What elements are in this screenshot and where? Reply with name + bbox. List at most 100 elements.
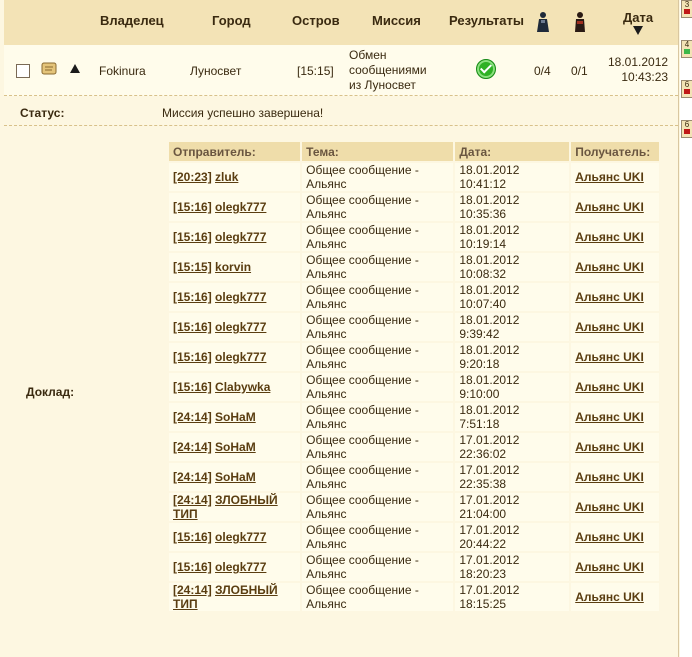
recipient-link[interactable]: Альянс UKI: [575, 290, 644, 304]
agents-count: 0/1: [571, 64, 588, 78]
sender-link[interactable]: Clabywka: [215, 380, 270, 394]
recipient-link[interactable]: Альянс UKI: [575, 170, 644, 184]
side-tab[interactable]: 6: [681, 80, 692, 98]
topic-cell: Общее сообщение - Альянс: [302, 283, 454, 311]
date-cell: 17.01.2012 22:36:02: [455, 433, 570, 461]
recipient-link[interactable]: Альянс UKI: [575, 350, 644, 364]
topic-cell: Общее сообщение - Альянс: [302, 463, 454, 491]
sender-cell: [24:14] SoHaM: [169, 433, 301, 461]
date-cell: 18.01.2012 9:39:42: [455, 313, 570, 341]
topic-cell: Общее сообщение - Альянс: [302, 523, 454, 551]
date-cell: 18.01.2012 10:41:12: [455, 163, 570, 191]
sort-desc-icon[interactable]: [633, 26, 643, 35]
table-row: [24:14] SoHaM Общее сообщение - Альянс 17.0…: [169, 463, 659, 491]
missions-panel: Владелец Город Остров Миссия Результаты …: [4, 0, 679, 657]
sender-coords-link[interactable]: [24:14]: [173, 493, 212, 507]
sender-link[interactable]: SoHaM: [215, 440, 256, 454]
date-cell: 17.01.2012 18:15:25: [455, 583, 570, 611]
expand-triangle-icon[interactable]: [70, 64, 80, 73]
table-row: [15:16] olegk777 Общее сообщение - Альянс 1…: [169, 223, 659, 251]
recipient-link[interactable]: Альянс UKI: [575, 380, 644, 394]
sender-coords-link[interactable]: [24:14]: [173, 583, 212, 597]
sender-link[interactable]: olegk777: [215, 320, 266, 334]
recipient-cell: Альянс UKI: [571, 553, 659, 581]
header-owner[interactable]: Владелец: [100, 13, 164, 28]
topic-cell: Общее сообщение - Альянс: [302, 433, 454, 461]
sender-cell: [15:16] olegk777: [169, 223, 301, 251]
header-results[interactable]: Результаты: [449, 13, 524, 28]
sender-coords-link[interactable]: [15:16]: [173, 530, 212, 544]
sender-coords-link[interactable]: [24:14]: [173, 440, 212, 454]
topic-cell: Общее сообщение - Альянс: [302, 343, 454, 371]
sender-link[interactable]: zluk: [215, 170, 238, 184]
island-coords[interactable]: [15:15]: [297, 64, 334, 78]
recipient-link[interactable]: Альянс UKI: [575, 230, 644, 244]
sender-coords-link[interactable]: [15:15]: [173, 260, 212, 274]
report-table: Отправитель: Тема: Дата: Получатель: [20…: [167, 140, 661, 613]
recipient-link[interactable]: Альянс UKI: [575, 260, 644, 274]
recipient-link[interactable]: Альянс UKI: [575, 320, 644, 334]
sender-link[interactable]: olegk777: [215, 350, 266, 364]
col-recipient: Получатель:: [571, 142, 659, 161]
sender-cell: [15:16] olegk777: [169, 553, 301, 581]
recipient-link[interactable]: Альянс UKI: [575, 410, 644, 424]
recipient-link[interactable]: Альянс UKI: [575, 200, 644, 214]
recipient-link[interactable]: Альянс UKI: [575, 530, 644, 544]
recipient-link[interactable]: Альянс UKI: [575, 500, 644, 514]
mission-description: Обмен сообщениями из Луносвет: [349, 48, 427, 92]
sender-cell: [24:14] ЗЛОБНЫЙ ТИП: [169, 583, 301, 611]
recipient-link[interactable]: Альянс UKI: [575, 590, 644, 604]
sender-cell: [15:16] olegk777: [169, 343, 301, 371]
sender-coords-link[interactable]: [15:16]: [173, 200, 212, 214]
side-tab[interactable]: 6: [681, 120, 692, 138]
sender-link[interactable]: olegk777: [215, 230, 266, 244]
sender-coords-link[interactable]: [15:16]: [173, 230, 212, 244]
topic-cell: Общее сообщение - Альянс: [302, 163, 454, 191]
sender-coords-link[interactable]: [15:16]: [173, 560, 212, 574]
mission-select-checkbox[interactable]: [16, 64, 30, 78]
sender-coords-link[interactable]: [20:23]: [173, 170, 212, 184]
recipient-link[interactable]: Альянс UKI: [575, 470, 644, 484]
date-cell: 18.01.2012 10:35:36: [455, 193, 570, 221]
table-row: [15:16] olegk777 Общее сообщение - Альянс 1…: [169, 283, 659, 311]
table-row: [24:14] SoHaM Общее сообщение - Альянс 18.0…: [169, 403, 659, 431]
mission-row: Fokinura Луносвет [15:15] Обмен сообщени…: [4, 45, 678, 96]
sender-coords-link[interactable]: [15:16]: [173, 320, 212, 334]
recipient-cell: Альянс UKI: [571, 223, 659, 251]
col-sender: Отправитель:: [169, 142, 301, 161]
recipient-link[interactable]: Альянс UKI: [575, 560, 644, 574]
sender-link[interactable]: olegk777: [215, 290, 266, 304]
sender-coords-link[interactable]: [15:16]: [173, 290, 212, 304]
sender-coords-link[interactable]: [15:16]: [173, 380, 212, 394]
scroll-icon[interactable]: [40, 61, 58, 76]
topic-cell: Общее сообщение - Альянс: [302, 253, 454, 281]
owner-name[interactable]: Fokinura: [99, 64, 146, 78]
header-island[interactable]: Остров: [292, 13, 340, 28]
recipient-link[interactable]: Альянс UKI: [575, 440, 644, 454]
sender-coords-link[interactable]: [24:14]: [173, 410, 212, 424]
sender-link[interactable]: SoHaM: [215, 470, 256, 484]
date-cell: 17.01.2012 18:20:23: [455, 553, 570, 581]
table-row: [15:16] olegk777 Общее сообщение - Альянс 1…: [169, 343, 659, 371]
header-date[interactable]: Дата: [623, 10, 653, 25]
sender-link[interactable]: korvin: [215, 260, 251, 274]
table-row: [20:23] zluk Общее сообщение - Альянс 18.01…: [169, 163, 659, 191]
sender-coords-link[interactable]: [15:16]: [173, 350, 212, 364]
sender-link[interactable]: olegk777: [215, 530, 266, 544]
sender-link[interactable]: SoHaM: [215, 410, 256, 424]
sender-link[interactable]: olegk777: [215, 560, 266, 574]
side-tab[interactable]: 4: [681, 40, 692, 58]
side-tabs-strip: [680, 0, 692, 657]
sender-link[interactable]: olegk777: [215, 200, 266, 214]
success-check-icon: [476, 59, 496, 79]
city-name[interactable]: Луносвет: [190, 64, 241, 78]
sender-coords-link[interactable]: [24:14]: [173, 470, 212, 484]
header-city[interactable]: Город: [212, 13, 251, 28]
side-tab[interactable]: 3: [681, 0, 692, 18]
header-mission[interactable]: Миссия: [372, 13, 421, 28]
table-row: [15:15] korvin Общее сообщение - Альянс 18.…: [169, 253, 659, 281]
sender-cell: [24:14] SoHaM: [169, 463, 301, 491]
col-topic: Тема:: [302, 142, 454, 161]
recipient-cell: Альянс UKI: [571, 313, 659, 341]
status-label: Статус:: [20, 106, 65, 120]
